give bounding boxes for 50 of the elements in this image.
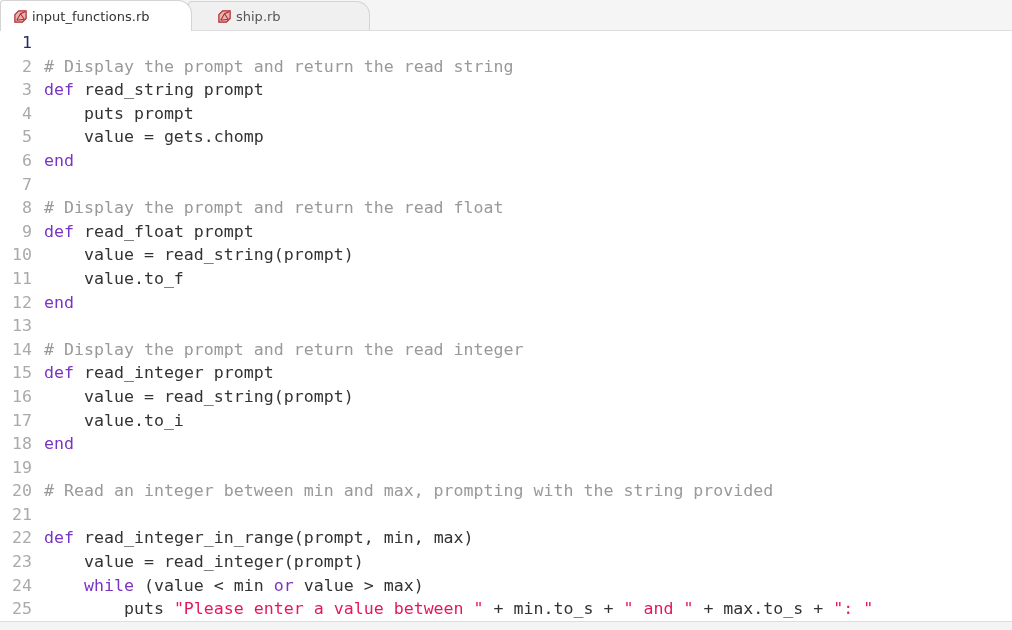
code-line: value = read_string(prompt) — [82, 244, 354, 267]
line-number: 8 — [21, 197, 32, 220]
code-line: end — [44, 291, 74, 314]
line-number: 17 — [11, 409, 32, 432]
line-number: 13 — [11, 315, 32, 338]
line-number: 22 — [11, 527, 32, 550]
code-line: end — [44, 433, 74, 456]
line-number: 19 — [11, 456, 32, 479]
code-line: value.to_i — [82, 409, 184, 432]
code-line: # Display the prompt and return the read float — [44, 197, 504, 220]
line-number: 23 — [11, 551, 32, 574]
code-line: while (value < min or value > max) — [82, 574, 424, 597]
code-line: # Display the prompt and return the read integer — [44, 338, 524, 361]
line-number: 11 — [11, 267, 32, 290]
line-number: 14 — [11, 338, 32, 361]
code-line: puts prompt — [82, 102, 194, 125]
code-line: # Read an integer between min and max, prompting with the string provided — [44, 480, 774, 503]
code-line: value.to_f — [82, 267, 184, 290]
line-number: 5 — [21, 126, 32, 149]
line-number: 9 — [21, 220, 32, 243]
line-number: 16 — [11, 385, 32, 408]
line-number: 2 — [21, 55, 32, 78]
file-tab[interactable]: input_functions.rb — [0, 0, 192, 31]
code-line: value = read_integer(prompt) — [82, 551, 364, 574]
file-tab[interactable]: ship.rb — [188, 1, 370, 30]
code-line: def read_float prompt — [44, 220, 254, 243]
code-line: def read_integer prompt — [44, 362, 274, 385]
line-number: 21 — [11, 503, 32, 526]
code-line: end — [44, 149, 74, 172]
line-number: 25 — [11, 598, 32, 621]
line-number: 24 — [11, 574, 32, 597]
code-line: def read_string prompt — [44, 79, 264, 102]
code-line: # Display the prompt and return the read string — [44, 55, 514, 78]
horizontal-scrollbar[interactable] — [0, 621, 1012, 630]
line-number: 12 — [11, 291, 32, 314]
line-number: 6 — [21, 149, 32, 172]
gem-icon — [217, 8, 232, 24]
line-number: 3 — [21, 79, 32, 102]
line-number: 20 — [11, 480, 32, 503]
line-number: 15 — [11, 362, 32, 385]
line-number: 18 — [11, 433, 32, 456]
code-line: def read_integer_in_range(prompt, min, max) — [44, 527, 474, 550]
line-number: 4 — [21, 102, 32, 125]
line-number: 1 — [21, 32, 32, 54]
code-line: puts "Please enter a value between " + min.to_s + " and " + max.to_s + ": " — [122, 598, 874, 621]
code-line: value = read_string(prompt) — [82, 385, 354, 408]
code-line: value = gets.chomp — [82, 126, 264, 149]
line-number: 10 — [11, 244, 32, 267]
line-number: 7 — [21, 173, 32, 196]
gem-icon — [13, 8, 28, 24]
